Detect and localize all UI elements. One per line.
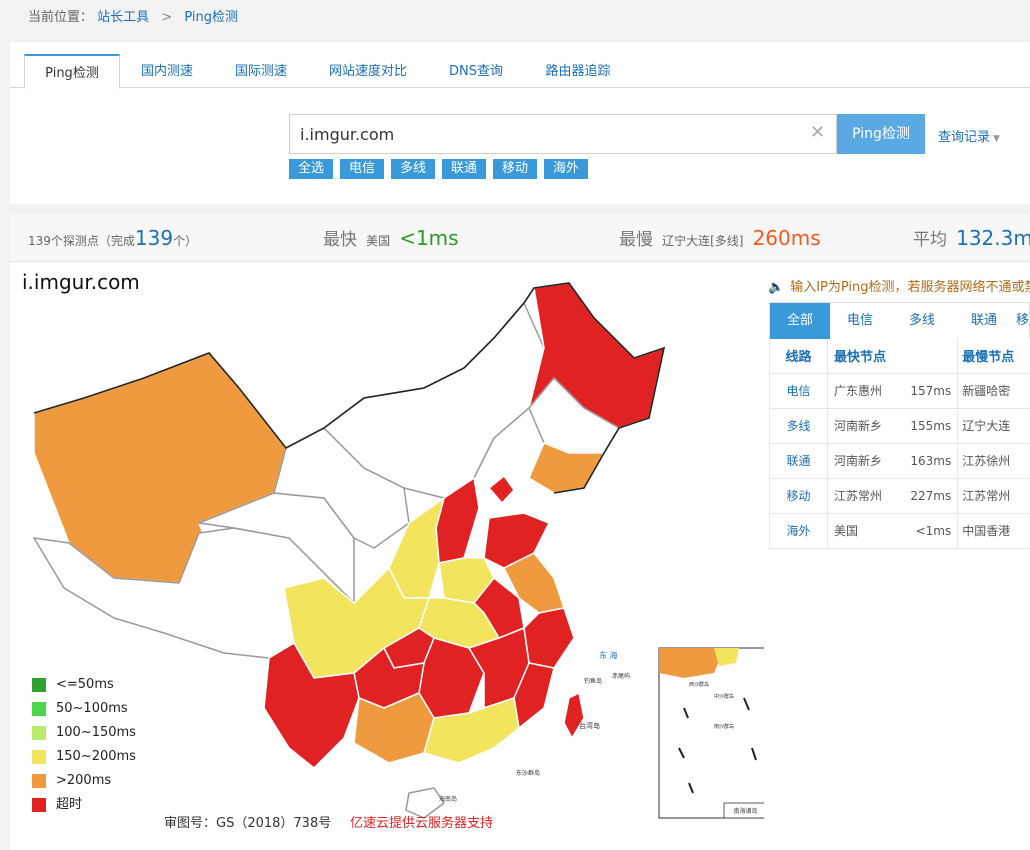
- filter-all[interactable]: 全选: [289, 159, 333, 179]
- table-row: 移动 江苏常州 227ms 江苏常州: [769, 478, 1030, 514]
- notice-text: 输入IP为Ping检测，若服务器网络不通或禁: [790, 280, 1030, 295]
- label-east-sea: 东 海: [599, 650, 618, 660]
- tab-traceroute[interactable]: 路由器追踪: [532, 54, 624, 89]
- legend-swatch: [32, 702, 46, 716]
- label-diaoyu: 钓鱼岛: [584, 677, 602, 685]
- table-row: 联通 河南新乡 163ms 江苏徐州: [769, 443, 1030, 479]
- fastest-value: <1ms: [399, 226, 459, 250]
- breadcrumb-separator: >: [161, 10, 173, 25]
- breadcrumb: 当前位置： 站长工具 > Ping检测: [28, 6, 238, 25]
- close-icon[interactable]: ✕: [810, 123, 826, 143]
- average-stat: 平均 132.3ms: [913, 214, 1030, 262]
- region-guangxi[interactable]: [353, 692, 435, 764]
- probe-count-value: 139: [134, 226, 174, 250]
- filter-unicom[interactable]: 联通: [442, 159, 486, 179]
- fastest-stat: 最快 美国 <1ms: [323, 226, 459, 250]
- summary-tab-mobile[interactable]: 移: [1014, 303, 1030, 339]
- legend-swatch: [32, 798, 46, 812]
- result-panel: 139个探测点（完成139个） 最快 美国 <1ms 最慢 辽宁大连[多线] 2…: [10, 214, 1030, 850]
- summary-table-panel: 全部 电信 多线 联通 移 线路 最快节点 最慢节点 电信 广东惠州 157ms…: [769, 302, 1030, 549]
- label-taiwan: 台湾岛: [579, 721, 600, 730]
- breadcrumb-link-ping[interactable]: Ping检测: [184, 10, 238, 25]
- breadcrumb-prefix: 当前位置：: [28, 10, 94, 25]
- map-approval-number: 审图号：GS（2018）738号: [164, 816, 332, 831]
- slowest-stat: 最慢 辽宁大连[多线] 260ms: [619, 226, 821, 250]
- table-header-row: 线路 最快节点 最慢节点: [769, 338, 1030, 374]
- tab-speed-compare[interactable]: 网站速度对比: [316, 54, 420, 89]
- history-label: 查询记录: [938, 130, 991, 145]
- filter-overseas[interactable]: 海外: [544, 159, 588, 179]
- ping-button[interactable]: Ping检测: [837, 114, 925, 154]
- tab-dns-query[interactable]: DNS查询: [438, 54, 514, 89]
- summary-tab-unicom[interactable]: 联通: [954, 303, 1014, 339]
- table-row: 多线 河南新乡 155ms 辽宁大连: [769, 408, 1030, 444]
- stats-bar: 139个探测点（完成139个） 最快 美国 <1ms 最慢 辽宁大连[多线] 2…: [10, 214, 1030, 262]
- summary-tabs: 全部 电信 多线 联通 移: [769, 302, 1030, 339]
- tool-tabs: Ping检测 国内测速 国际测速 网站速度对比 DNS查询 路由器追踪: [10, 54, 1030, 89]
- south-china-sea-inset: 南海诸岛: [658, 647, 764, 819]
- filter-telecom[interactable]: 电信: [340, 159, 384, 179]
- summary-tab-multiline[interactable]: 多线: [890, 303, 954, 339]
- speaker-icon: 🔈: [768, 280, 785, 295]
- slowest-value: 260ms: [752, 226, 821, 250]
- search-input[interactable]: [290, 115, 790, 153]
- breadcrumb-link-tools[interactable]: 站长工具: [97, 10, 149, 25]
- search-box: ✕: [289, 114, 837, 154]
- inset-label: 南海诸岛: [733, 807, 757, 815]
- label-dongsha: 东沙群岛: [516, 769, 540, 777]
- chevron-down-icon: ▼: [993, 134, 1000, 144]
- label-zhongsha: 中沙群岛: [714, 693, 734, 700]
- sponsor-link[interactable]: 亿速云提供云服务器支持: [350, 812, 493, 831]
- tab-domestic-speed[interactable]: 国内测速: [128, 54, 206, 89]
- legend-swatch: [32, 774, 46, 788]
- label-chiwei: 赤尾屿: [612, 672, 630, 680]
- notice: 🔈 输入IP为Ping检测，若服务器网络不通或禁: [768, 276, 1030, 295]
- probe-count: 139个探测点（完成139个）: [28, 226, 198, 250]
- label-hainan: 海南岛: [439, 795, 457, 803]
- table-row: 电信 广东惠州 157ms 新疆哈密: [769, 373, 1030, 409]
- summary-tab-telecom[interactable]: 电信: [830, 303, 890, 339]
- legend-swatch: [32, 726, 46, 740]
- search-panel: Ping检测 国内测速 国际测速 网站速度对比 DNS查询 路由器追踪 ✕ Pi…: [10, 42, 1030, 204]
- region-zhejiang[interactable]: [523, 607, 575, 669]
- label-nansha: 南沙群岛: [714, 723, 734, 730]
- summary-tab-all[interactable]: 全部: [770, 303, 830, 339]
- filter-mobile[interactable]: 移动: [493, 159, 537, 179]
- region-taiwan[interactable]: [563, 692, 585, 739]
- history-dropdown[interactable]: 查询记录 ▼: [938, 126, 1000, 145]
- label-xisha: 西沙群岛: [689, 681, 709, 688]
- filter-multiline[interactable]: 多线: [391, 159, 435, 179]
- average-value: 132.3ms: [956, 226, 1030, 250]
- tab-ping[interactable]: Ping检测: [24, 54, 120, 89]
- legend-swatch: [32, 678, 46, 692]
- legend-swatch: [32, 750, 46, 764]
- tab-international-speed[interactable]: 国际测速: [222, 54, 300, 89]
- summary-table: 线路 最快节点 最慢节点 电信 广东惠州 157ms 新疆哈密 多线 河南新乡 …: [769, 338, 1030, 549]
- region-beijing[interactable]: [488, 475, 515, 504]
- table-row: 海外 美国 <1ms 中国香港: [769, 513, 1030, 549]
